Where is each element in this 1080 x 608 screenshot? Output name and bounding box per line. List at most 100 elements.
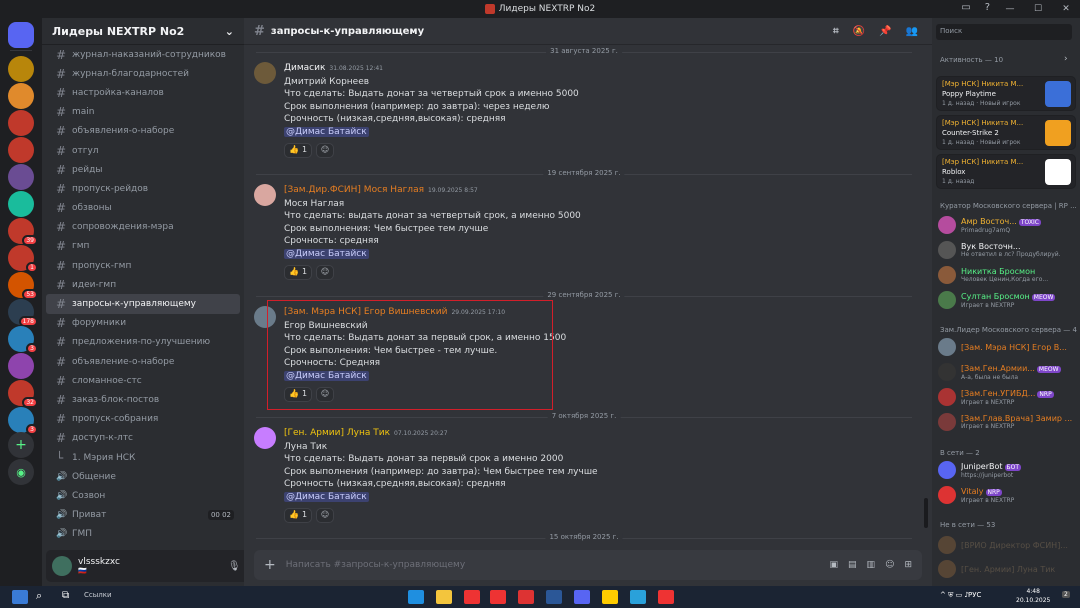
explore-icon[interactable]: ◉ xyxy=(8,459,34,485)
notification-badge[interactable]: 2 xyxy=(1062,591,1070,598)
sticker-icon[interactable]: ▥ xyxy=(867,560,876,570)
chevron-right-icon[interactable]: › xyxy=(1064,54,1068,64)
telegram-icon[interactable] xyxy=(630,590,646,604)
server-icon[interactable]: 39 xyxy=(8,218,38,246)
channel-item[interactable]: # запросы-к-управляющему xyxy=(46,294,240,314)
edge-icon[interactable] xyxy=(408,590,424,604)
activity-card[interactable]: [Мэр НСК] Никита М... Roblox 1 д. назад xyxy=(936,154,1076,189)
channel-item[interactable]: # журнал-наказаний-сотрудников xyxy=(46,45,240,64)
message-author[interactable]: [Зам.Дир.ФСИН] Мося Наглая xyxy=(284,185,424,195)
discord-home-icon[interactable] xyxy=(8,22,34,48)
channel-item[interactable]: # пропуск-рейдов xyxy=(46,179,240,198)
member-item[interactable]: Амр Восточ... TOXIC Primadrug7amQ xyxy=(938,214,1076,236)
inbox-icon[interactable]: ▭ xyxy=(961,2,970,13)
activity-card[interactable]: [Мэр НСК] Никита М... Counter-Strike 21 д… xyxy=(936,115,1076,150)
member-item[interactable]: Vitaly NRP Играет в NEXTRP xyxy=(938,484,1076,506)
channel-item[interactable]: 🔊 Приват 00 02 xyxy=(46,506,240,525)
channel-item[interactable]: # пропуск-гмп xyxy=(46,256,240,275)
user-mention[interactable]: @Димас Батайск xyxy=(284,248,369,259)
avatar[interactable] xyxy=(254,62,276,84)
add-server-icon[interactable]: + xyxy=(8,432,34,458)
app-icon[interactable] xyxy=(602,590,618,604)
channel-item[interactable]: # журнал-благодарностей xyxy=(46,64,240,83)
member-item[interactable]: [Зам. Мэра НСК] Егор В... xyxy=(938,336,1076,358)
clock[interactable]: 4:48 20.10.2025 xyxy=(1016,587,1050,605)
channel-item[interactable]: └ 1. Мэрия НСК xyxy=(46,448,240,467)
channel-item[interactable]: # обзвоны xyxy=(46,199,240,218)
microphone-icon[interactable]: 🎙 xyxy=(228,561,241,572)
member-item[interactable]: [ВРИО Директор ФСИН]... xyxy=(938,534,1076,556)
add-reaction-button[interactable]: ☺ xyxy=(316,264,335,280)
member-item[interactable]: Вук Восточн... Не ответил в лс? Продублир… xyxy=(938,239,1076,261)
add-reaction-button[interactable]: ☺ xyxy=(316,142,335,158)
discord-taskbar-icon[interactable] xyxy=(574,590,590,604)
tray-icons[interactable]: ^ ⛨ ▭ ♪ xyxy=(940,591,969,600)
member-item[interactable]: [Зам.Ген.УГИБД... NRP Играет в NEXTRP xyxy=(938,386,1076,408)
message-author[interactable]: Димасик xyxy=(284,63,325,73)
reaction[interactable]: 👍 1 xyxy=(284,264,313,280)
channel-item[interactable]: # сопровождения-мэра xyxy=(46,218,240,237)
emoji-icon[interactable]: ☺ xyxy=(885,560,894,570)
channel-item[interactable]: # доступ-к-лтс xyxy=(46,429,240,448)
activity-card[interactable]: [Мэр НСК] Никита М... Poppy Playtime 1 д. … xyxy=(936,76,1076,111)
member-item[interactable]: Султан Бросмон MEOW Играет в NEXTRP xyxy=(938,289,1076,311)
channel-item[interactable]: # отгул xyxy=(46,141,240,160)
apps-icon[interactable]: ⊞ xyxy=(904,560,912,570)
close-button[interactable]: ✕ xyxy=(1052,0,1080,18)
member-item[interactable]: [Ген. Армии] Луна Тик xyxy=(938,558,1076,580)
gift-icon[interactable]: ▣ xyxy=(830,560,839,570)
task-view-icon[interactable]: ⧉ xyxy=(62,590,69,601)
server-icon[interactable]: 53 xyxy=(8,272,38,300)
maximize-button[interactable]: ☐ xyxy=(1024,0,1052,18)
threads-icon[interactable]: ⌗ xyxy=(833,26,839,37)
channel-item[interactable]: # рейды xyxy=(46,160,240,179)
server-icon[interactable] xyxy=(8,83,34,109)
channel-item[interactable]: # сломанное-стс xyxy=(46,371,240,390)
reaction[interactable]: 👍 1 xyxy=(284,507,313,523)
server-icon[interactable] xyxy=(8,164,34,190)
yandex-icon[interactable] xyxy=(464,590,480,604)
gif-icon[interactable]: ▤ xyxy=(848,560,857,570)
word-icon[interactable] xyxy=(546,590,562,604)
user-mention[interactable]: @Димас Батайск xyxy=(284,126,369,137)
server-icon[interactable]: 1 xyxy=(8,245,38,273)
channel-item[interactable]: # форумники xyxy=(46,314,240,333)
channel-item[interactable]: # предложения-по-улучшению xyxy=(46,333,240,352)
yandex-browser-icon[interactable] xyxy=(490,590,506,604)
explorer-icon[interactable] xyxy=(436,590,452,604)
member-item[interactable]: JuniperBot БОТ https://juniperbot xyxy=(938,459,1076,481)
channel-item[interactable]: # main xyxy=(46,103,240,122)
members-list-icon[interactable]: 👥 xyxy=(906,26,918,37)
minimize-button[interactable]: — xyxy=(996,0,1024,18)
search-input[interactable]: Поиск xyxy=(936,24,1072,40)
links-toolbar[interactable]: Ссылки xyxy=(84,591,112,599)
rockstar-icon[interactable] xyxy=(518,590,534,604)
server-icon[interactable]: 32 xyxy=(8,380,38,408)
server-icon[interactable] xyxy=(8,110,34,136)
yandex-browser-icon[interactable] xyxy=(658,590,674,604)
channel-item[interactable]: # заказ-блок-постов xyxy=(46,390,240,409)
server-icon[interactable] xyxy=(8,353,34,379)
search-icon[interactable]: ⌕ xyxy=(36,589,42,603)
message-input[interactable]: Написать #запросы-к-управляющему xyxy=(286,560,820,570)
channel-item[interactable]: # объявление-о-наборе xyxy=(46,352,240,371)
message-composer[interactable]: + Написать #запросы-к-управляющему ▣ ▤ ▥… xyxy=(254,550,922,580)
member-item[interactable]: [Зам.Ген.Армии... MEOW А-а, была не была xyxy=(938,361,1076,383)
server-icon[interactable]: 3 xyxy=(8,326,38,354)
avatar[interactable] xyxy=(254,184,276,206)
avatar[interactable] xyxy=(254,427,276,449)
language-indicator[interactable]: РУС xyxy=(968,591,981,599)
channel-item[interactable]: 🔊 Общение xyxy=(46,467,240,486)
add-reaction-button[interactable]: ☺ xyxy=(316,507,335,523)
reaction[interactable]: 👍 1 xyxy=(284,142,313,158)
avatar[interactable] xyxy=(52,556,72,576)
message-author[interactable]: [Ген. Армии] Луна Тик xyxy=(284,428,390,438)
pin-icon[interactable]: 📌 xyxy=(879,26,891,37)
add-attachment-icon[interactable]: + xyxy=(264,557,276,573)
server-header[interactable]: Лидеры NEXTRP No2 ⌄ xyxy=(42,18,244,45)
channel-item[interactable]: 🔊 ГМП xyxy=(46,525,240,544)
server-icon[interactable]: 3 xyxy=(8,407,38,435)
channel-item[interactable]: # объявления-о-наборе xyxy=(46,122,240,141)
scrollbar-thumb[interactable] xyxy=(924,498,928,528)
mute-bell-icon[interactable]: 🔕 xyxy=(853,26,865,37)
